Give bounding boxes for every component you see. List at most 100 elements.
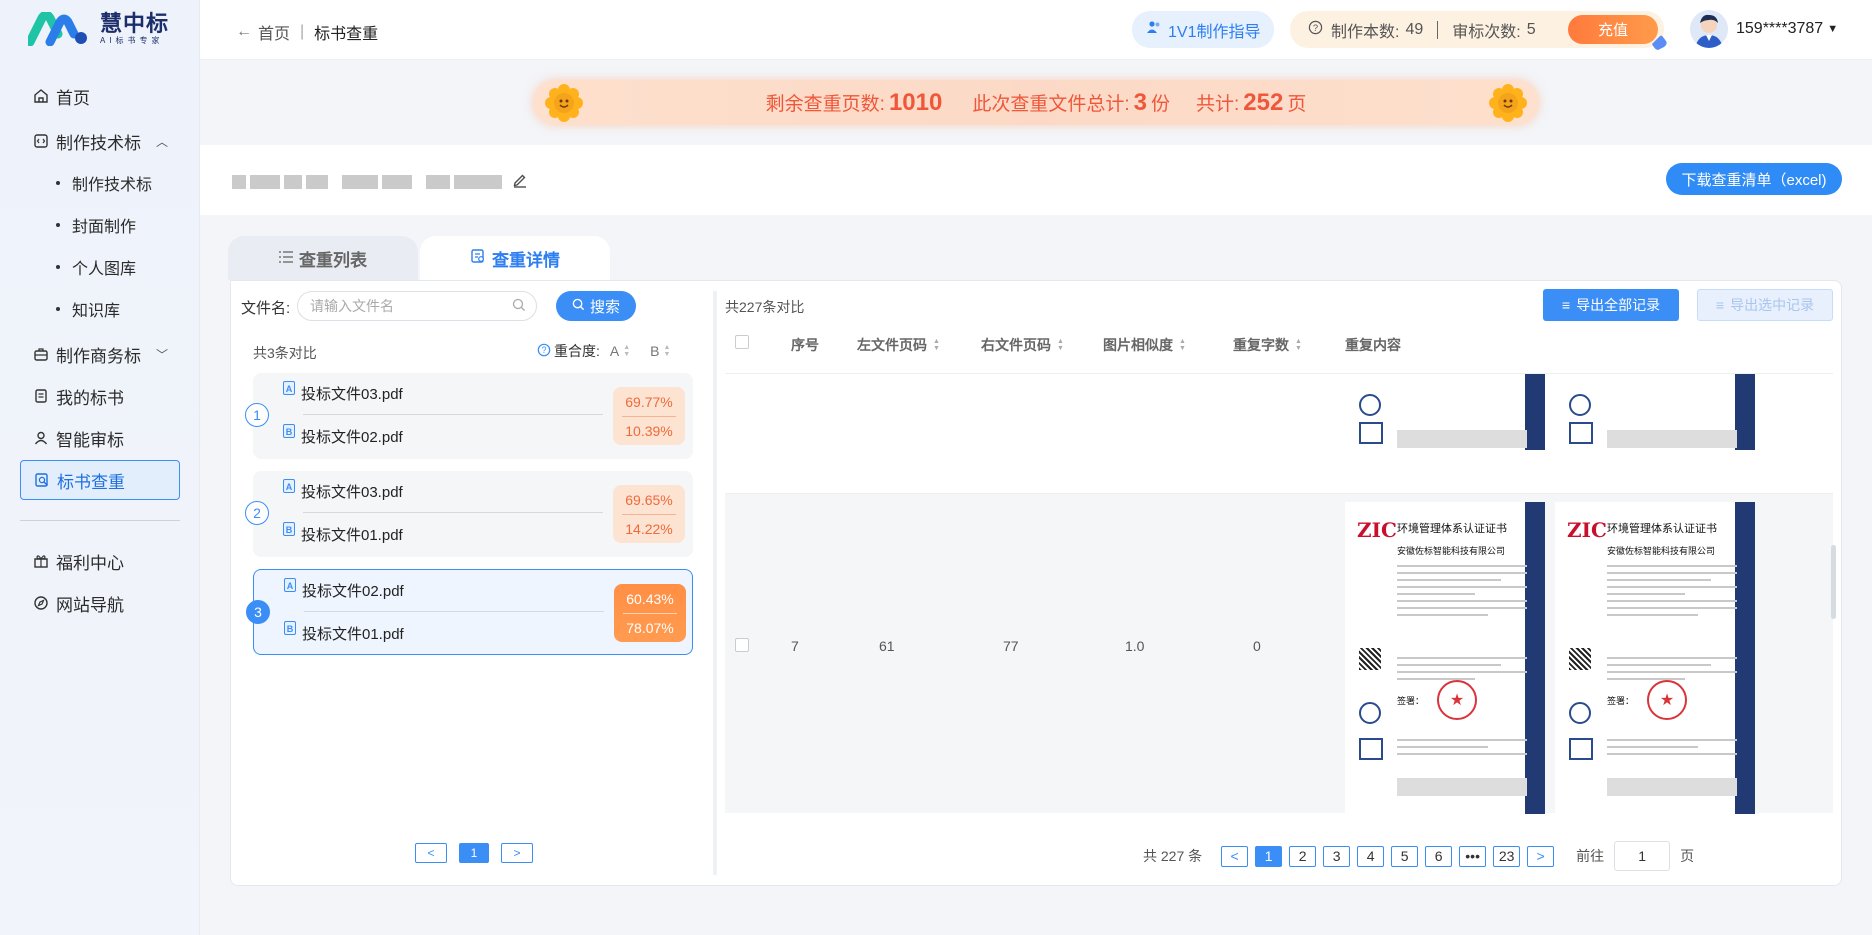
page-button-4[interactable]: 4 — [1357, 845, 1385, 867]
col-right-page[interactable]: 右文件页码 ▲ ▼ — [981, 335, 1064, 355]
sidebar-item-home[interactable]: 首页 — [20, 76, 180, 116]
sunflower-icon — [1489, 84, 1527, 122]
prev-page-button[interactable]: < — [415, 843, 447, 863]
caret-down-icon: ▼ — [1827, 23, 1839, 35]
sidebar-item-label: 制作技术标 — [56, 133, 141, 153]
sidebar-item-label: 制作商务标 — [56, 346, 141, 366]
export-selected-button[interactable]: ≡ 导出选中记录 — [1697, 289, 1833, 321]
pair-divider — [303, 512, 603, 513]
sidebar-item-site-nav[interactable]: 网站导航 — [20, 583, 180, 623]
overlap-b: 78.07% — [626, 619, 674, 636]
page-button-6[interactable]: 6 — [1425, 845, 1453, 867]
project-title-row: 下载查重清单（excel) — [200, 145, 1872, 215]
guide-button[interactable]: 1V1制作指导 — [1132, 11, 1275, 48]
file-a-row: A 投标文件02.pdf — [284, 577, 404, 601]
search-button-label: 搜索 — [589, 298, 620, 316]
sidebar-item-tech-bid[interactable]: 制作技术标 ︿ — [20, 121, 180, 161]
users-icon — [1146, 20, 1162, 39]
page-button-current[interactable]: 1 — [459, 843, 489, 863]
file-b-name: 投标文件01.pdf — [301, 527, 403, 544]
page-button-3[interactable]: 3 — [1323, 845, 1351, 867]
col-left-page[interactable]: 左文件页码 ▲ ▼ — [857, 335, 940, 355]
sidebar-subitem-tech-bid[interactable]: 制作技术标 — [56, 168, 152, 198]
back-arrow-icon[interactable]: ← — [236, 23, 252, 41]
col-image-similarity[interactable]: 图片相似度 ▲ ▼ — [1103, 335, 1186, 355]
search-placeholder: 请输入文件名 — [310, 298, 394, 314]
comparison-pair-selected[interactable]: 3 A 投标文件02.pdf B 投标文件01.pdf 60.43% 78.07% — [246, 569, 693, 655]
sidebar-subitem-knowledge[interactable]: 知识库 — [56, 294, 120, 324]
made-count-label: 制作本数: — [1331, 23, 1400, 41]
sort-arrows-icon: ▲ ▼ — [623, 344, 631, 358]
sidebar-item-smart-review[interactable]: 智能审标 — [20, 418, 180, 458]
table-row[interactable] — [725, 373, 1833, 473]
export-all-button[interactable]: ≡ 导出全部记录 — [1543, 289, 1679, 321]
next-page-button[interactable]: > — [501, 843, 533, 863]
comparison-pairs-panel: 文件名: 请输入文件名 搜索 共3条对比 ? 重合度: A ▲ ▼ B ▲ ▼ 1 A投… — [231, 281, 713, 885]
sort-b[interactable]: B ▲ ▼ — [650, 343, 670, 359]
comparison-pair[interactable]: 1 A 投标文件03.pdf B 投标文件02.pdf 69.77% 10.39% — [245, 373, 693, 459]
cert-title: 环境管理体系认证证书 — [1607, 523, 1717, 535]
files-label: 此次查重文件总计: — [972, 94, 1130, 115]
file-a-icon: A — [284, 577, 296, 592]
sort-arrows-icon: ▲ ▼ — [663, 344, 671, 358]
filename-search-input[interactable]: 请输入文件名 — [297, 291, 537, 321]
next-page-button[interactable]: > — [1527, 845, 1555, 867]
select-all-checkbox[interactable] — [735, 335, 749, 349]
row-similarity: 1.0 — [1125, 638, 1145, 654]
left-page-image[interactable] — [1345, 374, 1545, 450]
page-button-2[interactable]: 2 — [1289, 845, 1317, 867]
right-page-image[interactable] — [1555, 374, 1755, 450]
sidebar-item-my-bids[interactable]: 我的标书 — [20, 376, 180, 416]
sidebar-item-duplicate-check[interactable]: 标书查重 — [20, 460, 180, 500]
overlap-a: 69.65% — [625, 491, 673, 508]
page-ellipsis-button[interactable]: ••• — [1459, 845, 1487, 867]
sort-arrows-icon: ▲ ▼ — [1057, 338, 1064, 352]
download-excel-button[interactable]: 下载查重清单（excel) — [1666, 163, 1842, 195]
breadcrumb-home[interactable]: 首页 — [258, 20, 290, 44]
sunflower-icon — [545, 84, 583, 122]
panel-divider[interactable] — [713, 291, 717, 875]
user-check-icon — [32, 429, 50, 447]
file-a-row: A 投标文件03.pdf — [283, 380, 403, 404]
table-pagination-area — [725, 684, 1833, 728]
help-circle-icon[interactable]: ? — [537, 343, 551, 360]
page-button-5[interactable]: 5 — [1391, 845, 1419, 867]
svg-text:?: ? — [1313, 22, 1318, 32]
right-page-image[interactable]: ZIC 环境管理体系认证证书 安徽佐标智能科技有限公司 签署： ★ — [1555, 502, 1755, 814]
total-label: 共计: — [1195, 94, 1240, 115]
logo-mark-icon — [25, 10, 92, 47]
files-unit: 份 — [1150, 94, 1170, 115]
row-checkbox[interactable] — [735, 638, 749, 652]
sidebar-item-label: 首页 — [56, 88, 90, 108]
help-circle-icon[interactable]: ? — [1308, 20, 1323, 40]
left-page-image[interactable]: ZIC 环境管理体系认证证书 安徽佐标智能科技有限公司 签署： ★ — [1345, 502, 1545, 814]
page-button-23[interactable]: 23 — [1493, 845, 1521, 867]
brand-slogan: AI标书专家 — [100, 36, 164, 45]
comparison-pair[interactable]: 2 A 投标文件03.pdf B 投标文件01.pdf 69.65% 14.22% — [245, 471, 693, 557]
sidebar-subitem-cover[interactable]: 封面制作 — [56, 210, 136, 240]
sidebar-item-label: 网站导航 — [56, 595, 124, 615]
files-value: 3 — [1133, 88, 1147, 116]
tab-duplicate-detail[interactable]: 查重详情 — [420, 236, 610, 280]
logo[interactable]: 慧中标 AI标书专家 — [25, 10, 169, 47]
pair-number: 3 — [246, 600, 270, 624]
col-label: 图片相似度 — [1103, 337, 1173, 353]
search-button[interactable]: 搜索 — [556, 291, 636, 321]
user-menu[interactable]: 159****3787 ▼ — [1690, 10, 1838, 48]
page-button-1[interactable]: 1 — [1255, 845, 1283, 867]
prev-page-button[interactable]: < — [1221, 845, 1249, 867]
sidebar-item-business-bid[interactable]: 制作商务标 ﹀ — [20, 334, 180, 374]
file-a-icon: A — [283, 380, 295, 395]
col-repeat-chars[interactable]: 重复字数 ▲ ▼ — [1233, 335, 1302, 355]
sidebar-item-welfare[interactable]: 福利中心 — [20, 541, 180, 581]
sort-a[interactable]: A ▲ ▼ — [610, 343, 630, 359]
table-row[interactable]: 7 61 77 1.0 0 ZIC 环境管理体系认证证书 安徽佐标智能科技有限公… — [725, 493, 1833, 814]
total-records: 共 227 条 — [1143, 848, 1203, 864]
goto-page-input[interactable]: 1 — [1614, 841, 1671, 871]
edit-pencil-icon[interactable] — [512, 172, 528, 193]
table-scrollbar[interactable] — [1831, 545, 1836, 619]
recharge-button[interactable]: 充值 — [1568, 15, 1667, 50]
cert-logo: ZIC — [1357, 518, 1397, 542]
sidebar-subitem-gallery[interactable]: 个人图库 — [56, 252, 136, 282]
tab-duplicate-list[interactable]: 查重列表 — [228, 236, 418, 280]
